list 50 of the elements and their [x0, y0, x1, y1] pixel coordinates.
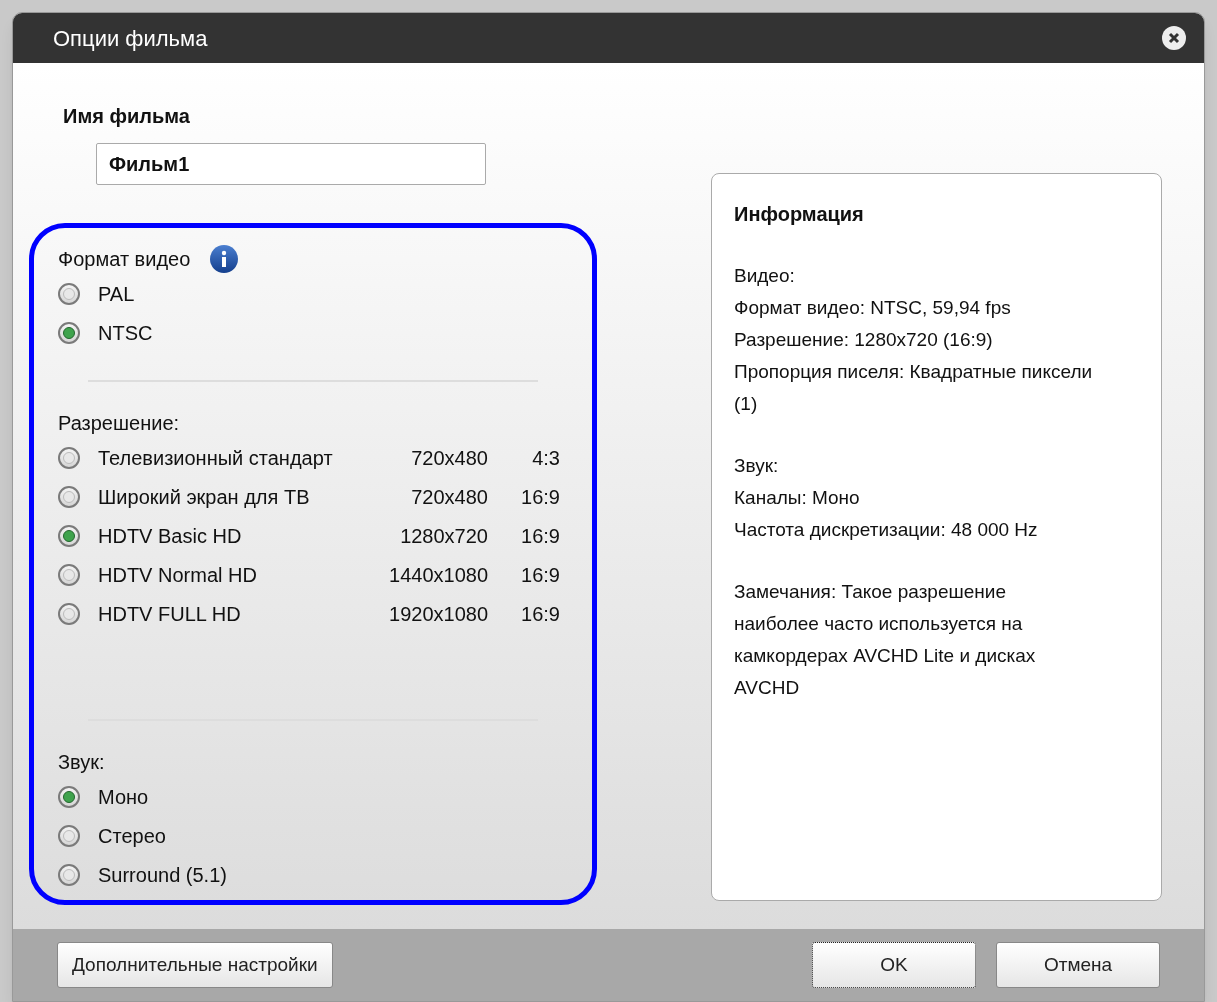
option-label[interactable]: Моно	[98, 781, 149, 812]
aspect-ratio: 16:9	[520, 523, 560, 549]
radio-button[interactable]	[58, 282, 80, 305]
option-label[interactable]: HDTV Basic HD	[98, 520, 368, 551]
radio-button[interactable]	[58, 485, 80, 508]
cancel-button[interactable]: Отмена	[996, 942, 1160, 988]
section-label: Разрешение:	[58, 411, 181, 436]
option-label[interactable]: HDTV FULL HD	[98, 598, 368, 629]
option-label[interactable]: Телевизионный стандарт	[98, 442, 368, 473]
option-label[interactable]: Широкий экран для ТВ	[98, 481, 368, 512]
resolution-size: 1920x1080	[388, 601, 488, 627]
option-label[interactable]: Surround (5.1)	[98, 859, 227, 890]
close-icon[interactable]	[1162, 26, 1186, 50]
field-label: Имя фильма	[63, 104, 191, 129]
option-label[interactable]: PAL	[98, 278, 135, 309]
window-title: Опции фильма	[53, 24, 208, 53]
advanced-settings-button[interactable]: Дополнительные настройки	[57, 942, 333, 988]
radio-button[interactable]	[58, 785, 80, 808]
section-label: Звук:	[58, 750, 106, 775]
section-label: Формат видео	[58, 247, 191, 272]
radio-button[interactable]	[58, 563, 80, 586]
radio-button[interactable]	[58, 824, 80, 847]
radio-button[interactable]	[58, 321, 80, 344]
resolution-size: 720x480	[410, 445, 488, 471]
aspect-ratio: 16:9	[520, 484, 560, 510]
resolution-size: 1280x720	[399, 523, 488, 549]
info-text: Замечания: Такое разрешение наиболее часто используется на камкордерах AVCHD Lite и дисках AVCHD	[734, 580, 1037, 700]
info-text: Формат видео: NTSC, 59,94 fps	[734, 296, 1012, 320]
info-text: Звук:	[734, 454, 780, 478]
aspect-ratio: 16:9	[520, 562, 560, 588]
ok-button[interactable]: OK	[812, 942, 976, 988]
movie-name-field[interactable]: Фильм1	[96, 143, 486, 185]
aspect-ratio: 4:3	[531, 445, 560, 471]
resolution-size: 720x480	[410, 484, 488, 510]
info-text: Частота дискретизации: 48 000 Hz	[734, 518, 1039, 542]
info-text: Видео:	[734, 264, 796, 288]
info-icon[interactable]	[210, 245, 239, 273]
info-title: Информация	[734, 202, 865, 227]
option-label[interactable]: Стерео	[98, 820, 166, 851]
aspect-ratio: 16:9	[520, 601, 560, 627]
info-text: Разрешение: 1280x720 (16:9)	[734, 328, 994, 352]
info-text: Пропорция писеля: Квадратные пиксели (1)	[734, 360, 1094, 416]
option-label[interactable]: NTSC	[98, 317, 153, 348]
radio-button[interactable]	[58, 602, 80, 625]
radio-button[interactable]	[58, 446, 80, 469]
radio-button[interactable]	[58, 524, 80, 547]
radio-button[interactable]	[58, 863, 80, 886]
option-label[interactable]: HDTV Normal HD	[98, 559, 368, 590]
info-text: Каналы: Моно	[734, 486, 861, 510]
resolution-size: 1440x1080	[388, 562, 488, 588]
